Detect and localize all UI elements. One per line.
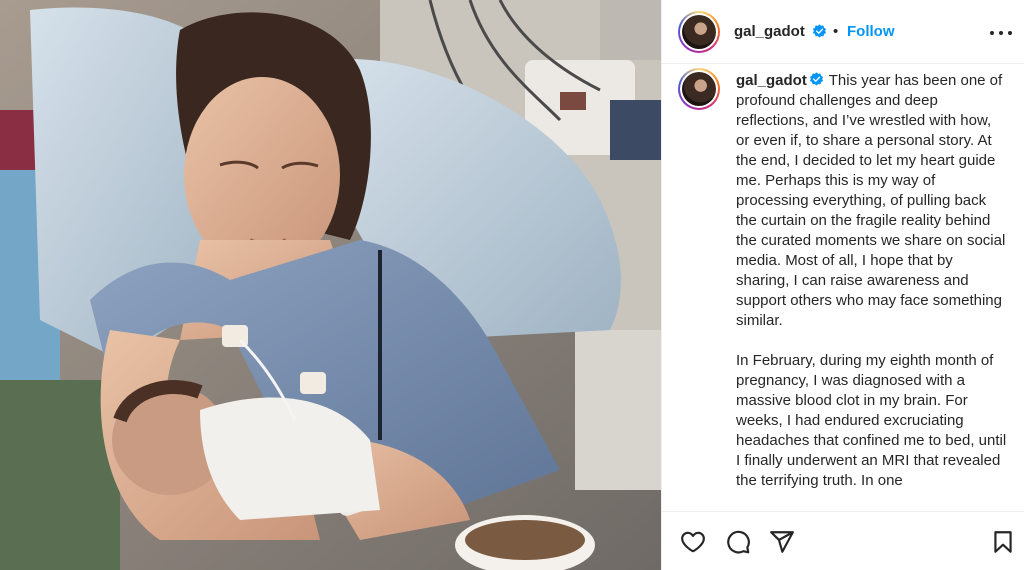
- post-side-panel: gal_gadot • Follow gal_gadot This year h…: [661, 0, 1024, 570]
- hospital-bed-photo: [0, 0, 661, 570]
- more-options-icon[interactable]: [988, 22, 1014, 42]
- verified-badge-icon: [812, 24, 827, 38]
- caption-paragraph-1: This year has been one of profound chall…: [736, 72, 1010, 329]
- caption-text: gal_gadot This year has been one of prof…: [736, 71, 1008, 491]
- heart-icon[interactable]: [680, 529, 706, 555]
- caption-paragraph-2: In February, during my eighth month of p…: [736, 352, 1011, 489]
- post-photo[interactable]: [0, 0, 661, 570]
- paper-plane-icon[interactable]: [769, 529, 795, 555]
- caption-avatar[interactable]: [678, 68, 720, 110]
- caption-area: gal_gadot This year has been one of prof…: [662, 65, 1024, 510]
- action-bar: [662, 511, 1024, 570]
- separator-dot: •: [833, 23, 839, 40]
- username-link[interactable]: gal_gadot: [734, 23, 805, 40]
- comment-bubble-icon[interactable]: [725, 529, 751, 555]
- avatar[interactable]: [678, 11, 720, 53]
- caption-username-link[interactable]: gal_gadot: [736, 72, 807, 89]
- bookmark-icon[interactable]: [990, 529, 1016, 555]
- post-header: gal_gadot • Follow: [662, 0, 1024, 64]
- verified-badge-icon: [809, 72, 823, 86]
- follow-button[interactable]: Follow: [847, 23, 895, 40]
